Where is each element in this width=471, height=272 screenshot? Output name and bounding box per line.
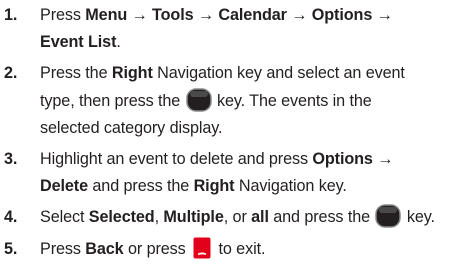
step-text: and press the [268, 208, 375, 227]
bold-key-name: all [251, 208, 269, 227]
step-text: → [372, 6, 393, 24]
step-number: 3. [4, 150, 18, 169]
bold-key-name: Options [312, 150, 373, 169]
step-text: Press [40, 239, 86, 258]
step-text: → [193, 6, 219, 24]
step-number: 4. [4, 208, 18, 227]
step-text: key. The events in the [212, 91, 372, 110]
step-text: Navigation key and select an event [152, 64, 405, 83]
step-text: key. [402, 208, 435, 227]
step-text: type, then press the [40, 91, 185, 110]
step-item: 5. Press Back or press to exit. [0, 236, 471, 263]
step-text: Highlight an event to delete and press [40, 150, 313, 169]
bold-key-name: Options [311, 6, 373, 24]
step-line: Select Selected, Multiple, or all and pr… [40, 204, 471, 231]
bold-key-name: Right [193, 177, 235, 196]
step-text: → [127, 6, 153, 24]
end-key-icon [193, 237, 211, 259]
step-number: 1. [4, 6, 18, 24]
bold-key-name: Back [85, 239, 124, 258]
instruction-steps: 1. Press Menu → Tools → Calendar → Option… [0, 2, 471, 263]
step-line: Delete and press the Right Navigation ke… [40, 173, 471, 200]
step-item: 4. Select Selected, Multiple, or all and … [0, 204, 471, 231]
step-text: selected category display. [40, 118, 223, 137]
step-line: Highlight an event to delete and press O… [40, 146, 471, 173]
step-text: , or [223, 208, 252, 227]
step-line: selected category display. [40, 115, 471, 142]
bold-key-name: Menu [85, 6, 128, 24]
step-text: to exit. [214, 239, 266, 258]
step-line: type, then press the key. The events in … [40, 87, 471, 115]
step-text: and press the [88, 177, 194, 196]
bold-key-name: Delete [40, 177, 88, 196]
step-line: Press the Right Navigation key and selec… [40, 60, 471, 87]
step-line: Event List. [40, 29, 471, 56]
step-line: Press Menu → Tools → Calendar → Options … [40, 2, 471, 29]
bold-key-name: Selected [88, 208, 155, 227]
step-line: Press Back or press to exit. [40, 236, 471, 263]
step-number: 2. [4, 64, 18, 83]
ok-key-icon [375, 204, 402, 229]
step-text: or press [123, 239, 191, 258]
bold-key-name: Right [111, 64, 153, 83]
bold-key-name: Event List [40, 33, 117, 52]
step-text: → [372, 150, 394, 169]
step-item: 3. Highlight an event to delete and press… [0, 146, 471, 200]
bold-key-name: Calendar [218, 6, 287, 24]
bold-key-name: Multiple [163, 208, 224, 227]
bold-key-name: Tools [152, 6, 194, 24]
step-text: Press the [40, 64, 112, 83]
ok-key-icon [185, 87, 212, 112]
step-text: → [286, 6, 312, 24]
step-text: Select [40, 208, 89, 227]
step-number: 5. [4, 239, 18, 258]
step-text: . [116, 33, 121, 52]
step-item: 1. Press Menu → Tools → Calendar → Option… [0, 2, 471, 56]
step-text: Navigation key. [234, 177, 347, 196]
step-text: Press [40, 6, 86, 24]
step-item: 2. Press the Right Navigation key and sel… [0, 60, 471, 142]
